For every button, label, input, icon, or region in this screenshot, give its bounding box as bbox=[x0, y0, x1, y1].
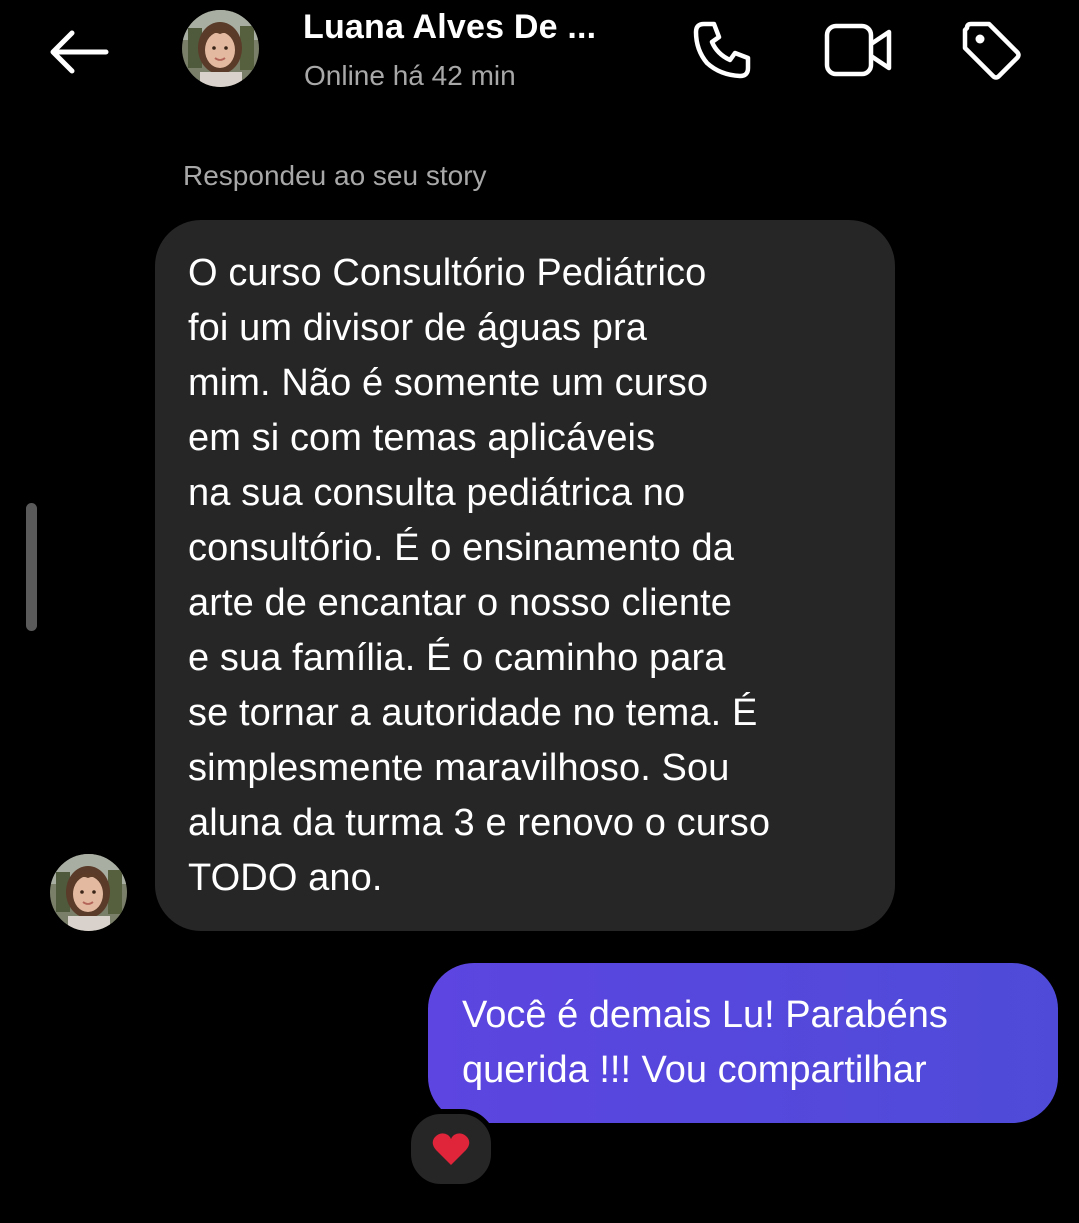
sender-avatar[interactable] bbox=[50, 854, 127, 931]
story-reply-label: Respondeu ao seu story bbox=[183, 160, 487, 191]
outgoing-message-bubble[interactable]: Você é demais Lu! Parabéns querida !!! V… bbox=[428, 963, 1058, 1123]
arrow-left-icon bbox=[50, 30, 109, 74]
incoming-message-text: O curso Consultório Pediátrico foi um di… bbox=[188, 252, 771, 899]
incoming-message-bubble[interactable]: O curso Consultório Pediátrico foi um di… bbox=[155, 220, 895, 931]
tag-button[interactable] bbox=[955, 14, 1027, 86]
phone-icon bbox=[693, 21, 751, 79]
contact-status: Online há 42 min bbox=[304, 60, 516, 91]
audio-call-button[interactable] bbox=[686, 14, 758, 86]
heart-icon bbox=[432, 1133, 470, 1165]
scroll-indicator[interactable] bbox=[26, 503, 37, 631]
tag-icon bbox=[962, 21, 1021, 80]
contact-name[interactable]: Luana Alves De ... bbox=[303, 8, 596, 47]
chat-header: Luana Alves De ... Online há 42 min bbox=[0, 0, 1079, 110]
contact-avatar[interactable] bbox=[182, 10, 259, 87]
video-call-button[interactable] bbox=[822, 14, 894, 86]
outgoing-message-text: Você é demais Lu! Parabéns querida !!! V… bbox=[462, 994, 948, 1091]
back-button[interactable] bbox=[40, 20, 116, 84]
video-camera-icon bbox=[824, 23, 892, 77]
heart-reaction[interactable] bbox=[406, 1109, 496, 1189]
